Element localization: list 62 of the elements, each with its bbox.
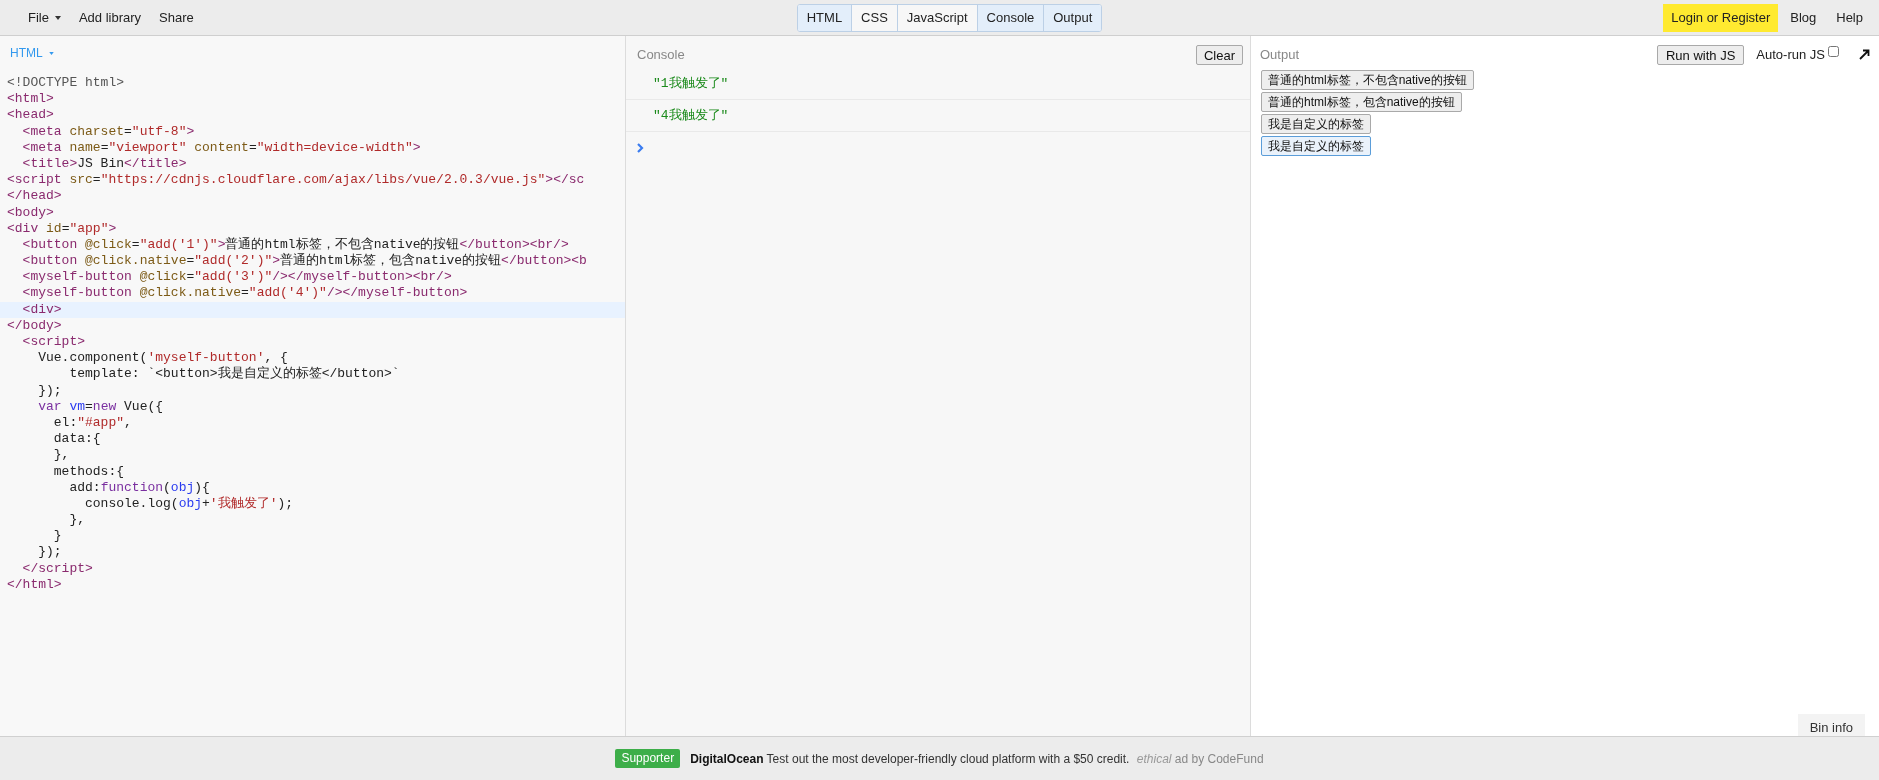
code-line: <meta name="viewport" content="width=device-width"> xyxy=(21,139,421,155)
code-line: </head> xyxy=(7,188,62,204)
panel-tab[interactable]: Output xyxy=(1043,4,1102,31)
menu-item[interactable]: Share xyxy=(159,7,194,28)
output-button[interactable]: 普通的html标签，包含native的按钮 xyxy=(1261,92,1462,112)
code-line: <body> xyxy=(7,204,54,220)
panel-tab[interactable]: CSS xyxy=(851,4,897,31)
panel-tab[interactable]: Console xyxy=(976,4,1044,31)
panel-tab[interactable]: HTML xyxy=(797,4,852,31)
code-line: <script src="https://cdnjs.cloudflare.com/ajax/libs/vue/2.0.3/vue.js"></sc xyxy=(7,172,585,188)
code-line: Vue.component('myself-button', { xyxy=(37,350,288,366)
code-line: methods:{ xyxy=(52,463,125,479)
code-line: </script> xyxy=(21,560,93,576)
code-line: <!DOCTYPE html> xyxy=(7,75,125,90)
code-line: <head> xyxy=(7,107,54,123)
ad-text: DigitalOcean Test out the most developer-friendly cloud platform with a $50 credit. ethical ad by CodeFund xyxy=(690,750,1264,768)
code-line: }, xyxy=(68,512,85,528)
code-line: }, xyxy=(52,447,70,463)
code-line: <meta charset="utf-8"> xyxy=(21,123,195,139)
code-line: }); xyxy=(37,382,62,398)
code-line: template: `<button>我是自定义的标签</button>` xyxy=(68,366,400,382)
code-line: } xyxy=(52,528,62,544)
output-button[interactable]: 我是自定义的标签 xyxy=(1261,114,1371,134)
menu-item[interactable]: File xyxy=(28,7,61,28)
caret-icon xyxy=(54,15,61,20)
run-button[interactable]: Run with JS xyxy=(1656,44,1745,65)
code-line: el:"#app", xyxy=(52,414,132,430)
code-line: data:{ xyxy=(52,431,101,447)
panel-title: Output xyxy=(1260,45,1300,64)
code-line: console.log(obj+'我触发了'); xyxy=(84,495,294,511)
panel-tab[interactable]: JavaScript xyxy=(896,4,977,31)
code-line: </body> xyxy=(7,317,62,333)
console-log: "1我触发了" xyxy=(653,74,729,93)
code-line: <html> xyxy=(7,91,54,107)
prompt-icon xyxy=(637,143,644,153)
console-log: "4我触发了" xyxy=(653,106,729,125)
caret-icon xyxy=(48,51,54,55)
menu-item[interactable]: Help xyxy=(1828,3,1871,32)
bin-info-tab[interactable]: Bin info xyxy=(1797,714,1865,736)
menu-item[interactable]: Add library xyxy=(78,7,142,28)
code-line: <myself-button @click="add('3')"/></myself-button><br/> xyxy=(21,269,452,285)
code-line: <button @click.native="add('2')">普通的html标签，包含native的按钮</button><b xyxy=(21,253,587,269)
supporter-badge: Supporter xyxy=(615,749,681,768)
code-line: <myself-button @click.native="add('4')"/></myself-button> xyxy=(21,285,468,301)
code-line: <title>JS Bin</title> xyxy=(21,155,187,171)
code-line: <button @click="add('1')">普通的html标签，不包含native的按钮</button><br/> xyxy=(21,236,569,252)
code-line: <div id="app"> xyxy=(7,220,117,236)
external-link-icon[interactable] xyxy=(1859,49,1870,60)
autorun-checkbox[interactable] xyxy=(1828,46,1839,57)
code-line: </html> xyxy=(7,576,62,592)
output-button[interactable]: 我是自定义的标签 xyxy=(1261,136,1371,156)
code-line: add:function(obj){ xyxy=(68,479,210,495)
autorun-label: Auto-run JS xyxy=(1756,45,1825,64)
code-line: <div> xyxy=(21,301,62,317)
clear-button[interactable]: Clear xyxy=(1195,44,1243,65)
menu-item[interactable]: Blog xyxy=(1782,3,1825,32)
code-line: }); xyxy=(37,544,62,560)
menu-item[interactable]: Login or Register xyxy=(1663,3,1779,32)
panel-title: Console xyxy=(637,45,685,64)
code-line: var vm=new Vue({ xyxy=(37,398,164,414)
output-button[interactable]: 普通的html标签，不包含native的按钮 xyxy=(1261,70,1474,90)
code-line: <script> xyxy=(21,334,85,349)
